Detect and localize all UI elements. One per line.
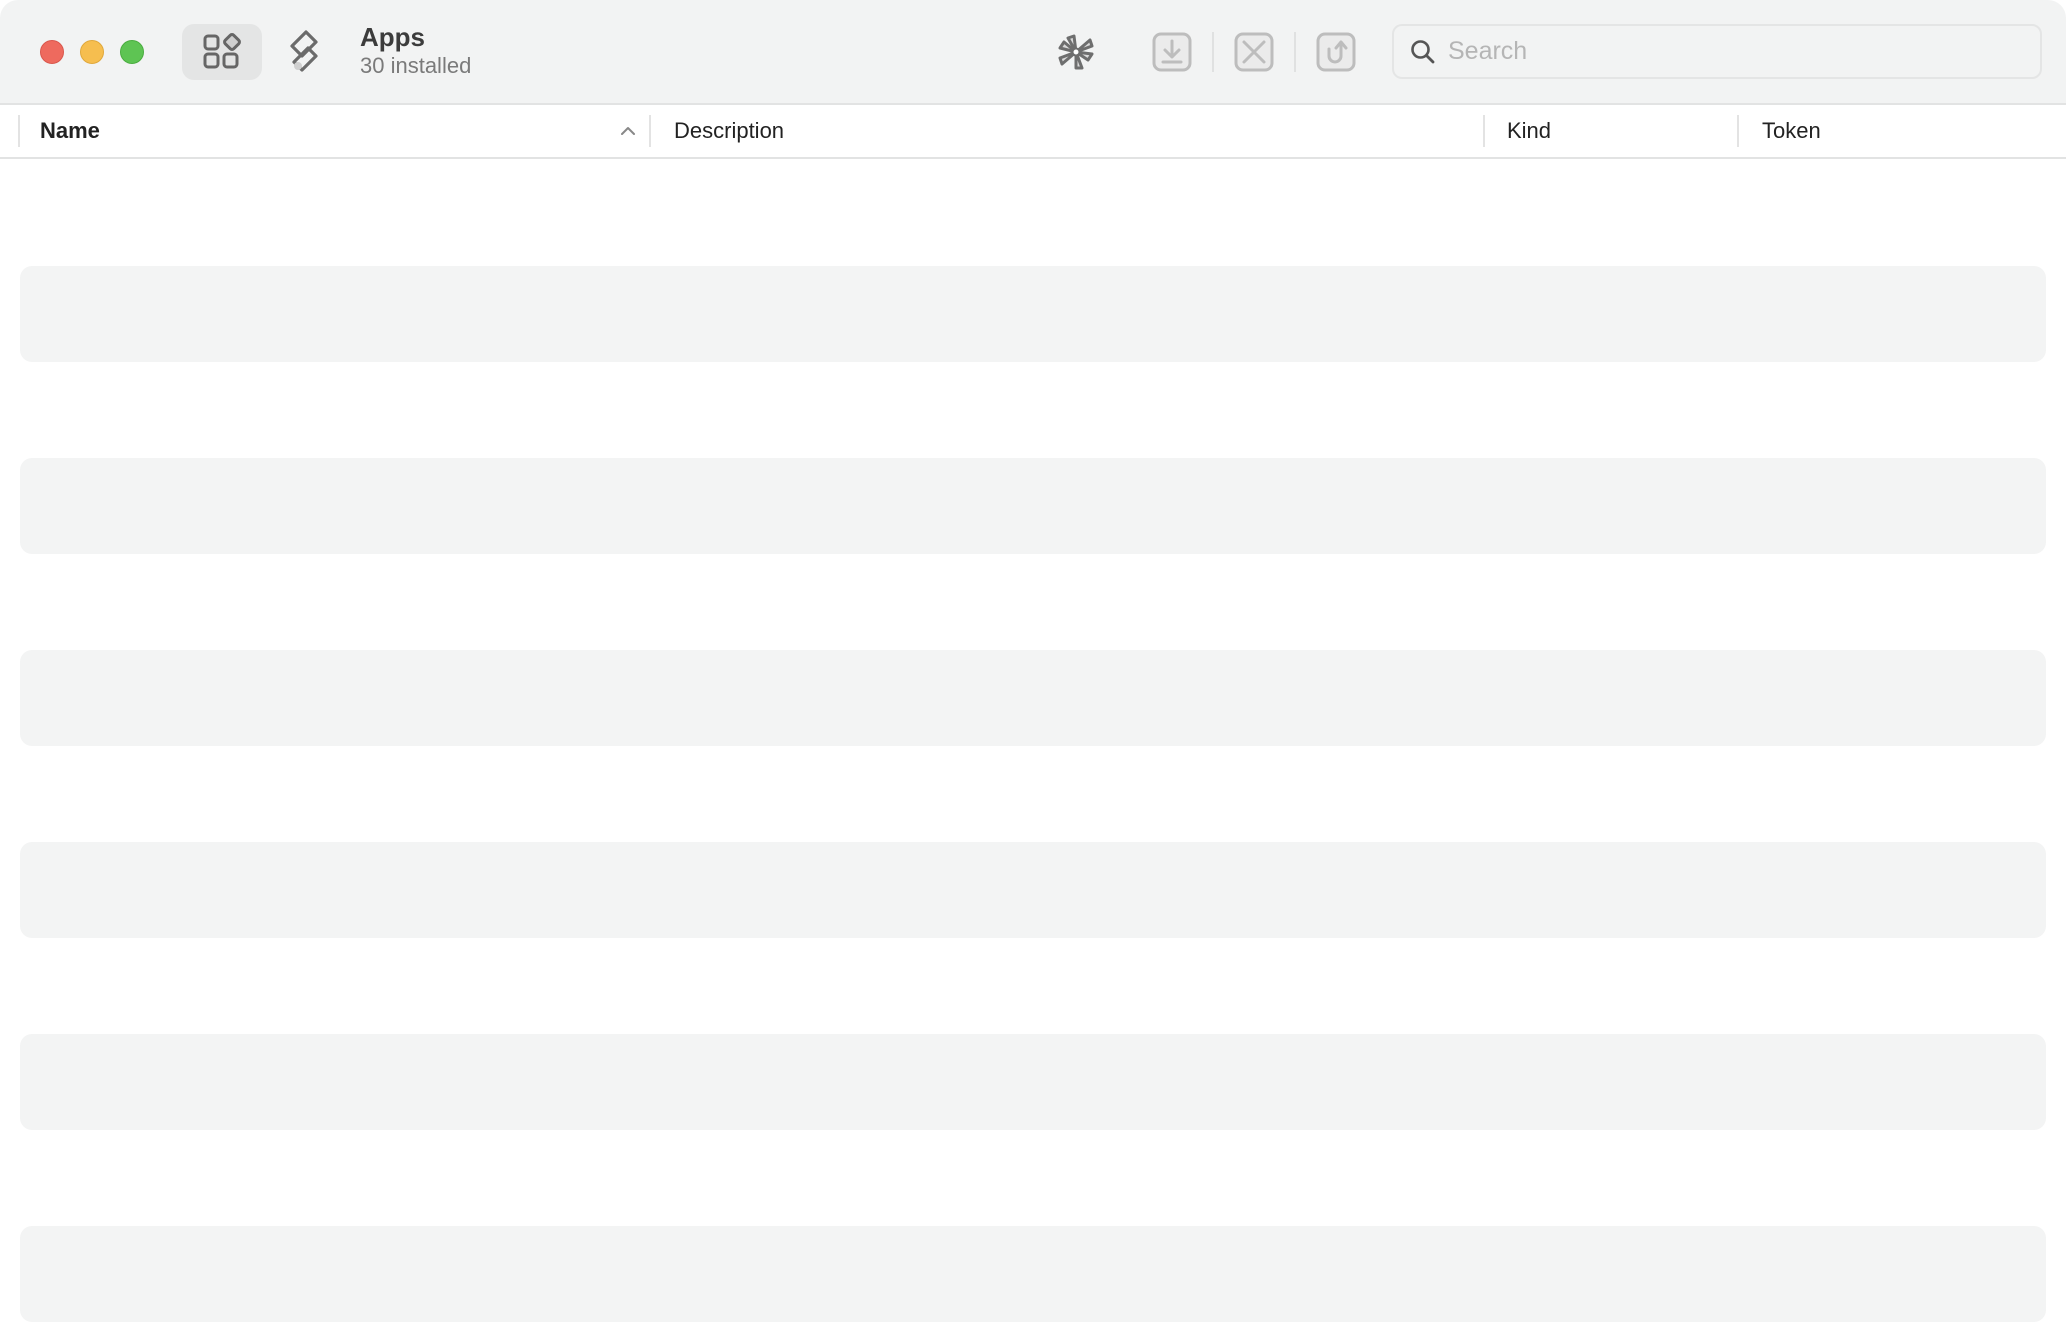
skeleton-row: [20, 458, 2046, 554]
column-divider[interactable]: [1483, 115, 1485, 147]
column-header-name[interactable]: Name: [40, 105, 640, 157]
column-divider[interactable]: [1737, 115, 1739, 147]
pinwheel-button[interactable]: [1054, 30, 1098, 74]
apps-view-button[interactable]: [182, 24, 262, 80]
remove-icon: [1234, 32, 1274, 72]
download-button[interactable]: [1150, 30, 1194, 74]
table-body: [0, 161, 2066, 1342]
column-header-token[interactable]: Token: [1762, 105, 1821, 157]
shortcuts-view-button[interactable]: [264, 24, 344, 80]
page-title: Apps: [360, 22, 425, 52]
sort-ascending-icon: [616, 119, 640, 143]
title-block: Apps 30 installed: [360, 22, 471, 80]
search-icon: [1398, 38, 1448, 66]
search-field[interactable]: [1392, 24, 2042, 79]
skeleton-row: [20, 1226, 2046, 1322]
skeleton-row: [20, 842, 2046, 938]
share-button[interactable]: [1314, 30, 1358, 74]
download-icon: [1152, 32, 1192, 72]
toolbar-separator: [1294, 32, 1296, 72]
close-window-button[interactable]: [40, 40, 64, 64]
apps-grid-icon: [203, 33, 241, 69]
remove-button[interactable]: [1232, 30, 1276, 74]
installed-count: 30 installed: [360, 53, 472, 78]
table-header: Name Description Kind Token: [0, 105, 2066, 159]
app-window: Apps 30 installed Search Name Descriptio…: [0, 0, 2066, 1342]
column-header-description[interactable]: Description: [674, 105, 784, 157]
skeleton-row: [20, 650, 2046, 746]
column-header-kind-label: Kind: [1507, 118, 1552, 143]
toolbar-separator: [1212, 32, 1214, 72]
skeleton-row: [20, 266, 2046, 362]
column-header-token-label: Token: [1762, 118, 1821, 143]
toolbar: Apps 30 installed: [0, 0, 2066, 105]
skeleton-row: [20, 1034, 2046, 1130]
column-header-description-label: Description: [674, 118, 785, 143]
search-input[interactable]: [1448, 37, 2008, 66]
pinwheel-icon: [1058, 34, 1094, 70]
column-divider[interactable]: [649, 115, 651, 147]
maximize-window-button[interactable]: [120, 40, 144, 64]
share-icon: [1316, 32, 1356, 72]
minimize-window-button[interactable]: [80, 40, 104, 64]
shortcuts-icon: [290, 30, 318, 72]
column-header-kind[interactable]: Kind: [1507, 105, 1551, 157]
column-divider: [18, 115, 20, 147]
column-header-name-label: Name: [40, 118, 100, 143]
